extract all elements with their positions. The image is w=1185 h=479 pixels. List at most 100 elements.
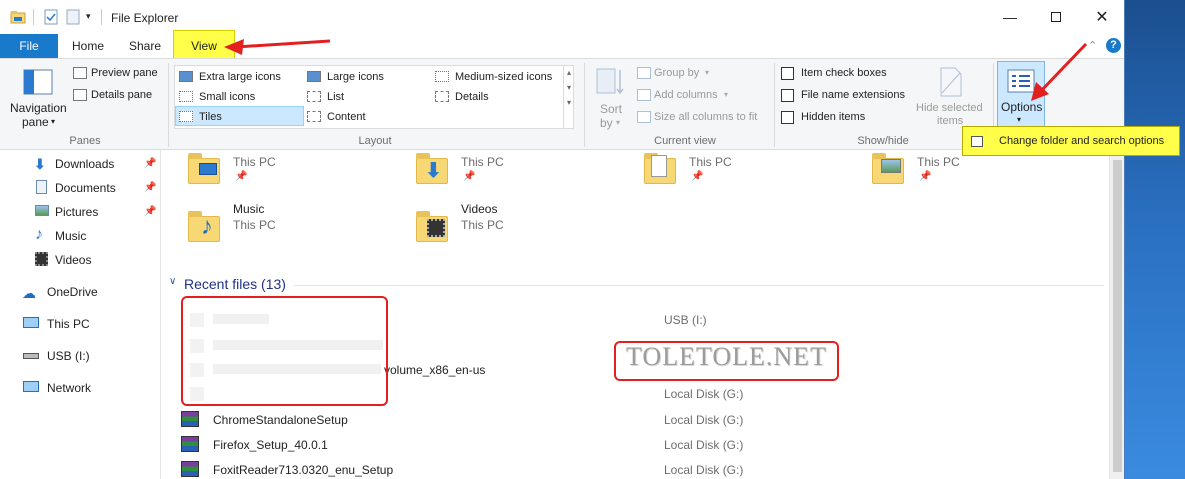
folder-tile[interactable]: This PC 📌 (867, 150, 1077, 192)
nav-item-usb[interactable]: USB (I:) (22, 347, 158, 367)
nav-item-this-pc[interactable]: This PC (22, 315, 158, 335)
nav-item-videos[interactable]: Videos (34, 251, 158, 271)
dropdown-icon: ▾ (1017, 115, 1022, 124)
navigation-pane-button[interactable]: Navigation pane ▾ (8, 63, 68, 133)
maximize-button[interactable] (1033, 0, 1079, 34)
layout-list[interactable]: List (307, 88, 431, 106)
nav-item-onedrive[interactable]: ☁ OneDrive (22, 283, 158, 303)
details-pane-icon (73, 89, 87, 101)
panes-group-label: Panes (69, 135, 101, 147)
folder-tile[interactable]: This PC 📌 (639, 150, 849, 192)
size-all-columns-button[interactable]: Size all columns to fit (636, 109, 768, 127)
navigation-pane-label-2: pane (22, 115, 49, 129)
pin-icon[interactable]: 📌 (144, 158, 156, 169)
layout-tiles[interactable]: Tiles (179, 108, 303, 126)
item-check-boxes-checkbox[interactable] (781, 67, 794, 80)
group-by-icon (637, 67, 651, 79)
close-icon: ✕ (1095, 9, 1109, 26)
navigation-pane-label: Navigation (10, 101, 67, 115)
watermark-text: TOLETOLE.NET (626, 342, 827, 371)
scrollbar-thumb[interactable] (1113, 160, 1122, 472)
layout-extra-large-icons[interactable]: Extra large icons (179, 68, 303, 86)
tab-share[interactable]: Share (122, 34, 168, 58)
recent-file-row[interactable]: ChromeStandaloneSetup Local Disk (G:) (170, 410, 1100, 430)
hide-selected-label: Hide selected (916, 102, 983, 114)
layout-small-icons[interactable]: Small icons (179, 88, 303, 106)
recent-file-row[interactable]: Firefox_Setup_40.0.1 Local Disk (G:) (170, 435, 1100, 455)
nav-item-music[interactable]: ♪ Music (34, 226, 158, 247)
close-button[interactable]: ✕ (1079, 0, 1124, 34)
item-check-boxes-toggle[interactable]: Item check boxes (780, 65, 900, 83)
vertical-scrollbar[interactable] (1109, 150, 1124, 479)
sort-by-button[interactable]: Sort by ▾ (594, 63, 630, 133)
pin-icon[interactable]: 📌 (144, 206, 156, 217)
file-name-extensions-checkbox[interactable] (781, 89, 794, 102)
documents-folder-icon (644, 153, 676, 184)
layout-details[interactable]: Details (435, 88, 563, 106)
downloads-icon: ⬇ (34, 156, 46, 172)
layout-medium-icons[interactable]: Medium-sized icons (435, 68, 563, 86)
recent-file-row[interactable]: FoxitReader713.0320_enu_Setup Local Disk… (170, 460, 1100, 479)
layout-item-label: Extra large icons (199, 71, 281, 83)
group-by-button[interactable]: Group by ▾ (636, 65, 726, 83)
winrar-archive-icon (181, 461, 199, 477)
extra-large-icons-icon (179, 71, 193, 82)
tab-file[interactable]: File (0, 34, 58, 58)
tile-subtitle: This PC (689, 155, 732, 169)
options-button[interactable]: Options ▾ (997, 61, 1045, 127)
add-columns-label: Add columns (654, 89, 718, 101)
preview-pane-button[interactable]: Preview pane (72, 65, 164, 83)
collapse-chevron-icon: ∨ (169, 276, 177, 287)
show-hide-group-label: Show/hide (857, 135, 909, 147)
layout-item-label: Tiles (199, 111, 222, 123)
nav-item-label: Downloads (55, 157, 115, 171)
tile-subtitle: This PC (461, 218, 504, 232)
folder-tile[interactable]: This PC 📌 (183, 150, 393, 192)
nav-item-label: OneDrive (47, 285, 98, 299)
tile-subtitle: This PC (917, 155, 960, 169)
list-icon (307, 91, 321, 102)
nav-item-downloads[interactable]: ⬇ Downloads 📌 (34, 155, 158, 175)
properties-icon[interactable] (43, 9, 59, 25)
pin-icon: 📌 (463, 171, 476, 182)
tab-view[interactable]: View (173, 30, 235, 60)
pictures-folder-icon (872, 153, 904, 184)
minimize-button[interactable]: — (987, 0, 1033, 34)
help-icon[interactable]: ? (1106, 38, 1121, 53)
pin-icon[interactable]: 📌 (144, 182, 156, 193)
details-pane-button[interactable]: Details pane (72, 87, 164, 105)
layout-content[interactable]: Content (307, 108, 431, 126)
minimize-ribbon-icon[interactable]: ⌃ (1088, 39, 1097, 52)
add-columns-button[interactable]: Add columns ▾ (636, 87, 736, 105)
file-name-extensions-toggle[interactable]: File name extensions (780, 87, 912, 105)
nav-item-documents[interactable]: Documents 📌 (34, 179, 158, 199)
navigation-pane: ⬇ Downloads 📌 Documents 📌 Pictures 📌 ♪ M… (0, 150, 161, 479)
ribbon-tabs: File Home Share View ⌃ ? (0, 30, 1124, 60)
gallery-scroll[interactable]: ▴ ▾ ▾ (563, 66, 574, 128)
tab-home[interactable]: Home (66, 34, 110, 58)
layout-item-label: Content (327, 111, 366, 123)
folder-tile-music[interactable]: ♪ Music This PC (183, 202, 393, 248)
options-tooltip: Change folder and search options (962, 126, 1180, 156)
hide-selected-items-button[interactable]: Hide selected items (914, 63, 988, 133)
file-location: Local Disk (G:) (664, 463, 744, 477)
gallery-down-icon: ▾ (566, 83, 571, 92)
preview-pane-icon (73, 67, 87, 79)
new-folder-icon[interactable] (65, 9, 81, 25)
hidden-items-toggle[interactable]: Hidden items (780, 109, 880, 127)
nav-item-label: Videos (55, 253, 92, 267)
header-divider (294, 285, 1104, 286)
nav-item-pictures[interactable]: Pictures 📌 (34, 203, 158, 223)
sort-by-label: Sort (600, 102, 623, 116)
add-columns-icon (637, 89, 651, 101)
customize-toolbar-icon[interactable]: ▾ (86, 11, 91, 22)
folder-tile[interactable]: ⬇ This PC 📌 (411, 150, 621, 192)
hidden-items-checkbox[interactable] (781, 111, 794, 124)
tile-subtitle: This PC (461, 155, 504, 169)
layout-item-label: Large icons (327, 71, 384, 83)
layout-large-icons[interactable]: Large icons (307, 68, 431, 86)
nav-item-label: This PC (47, 317, 90, 331)
minimize-icon: — (1003, 9, 1017, 25)
folder-tile-videos[interactable]: Videos This PC (411, 202, 621, 248)
nav-item-network[interactable]: Network (22, 379, 158, 399)
